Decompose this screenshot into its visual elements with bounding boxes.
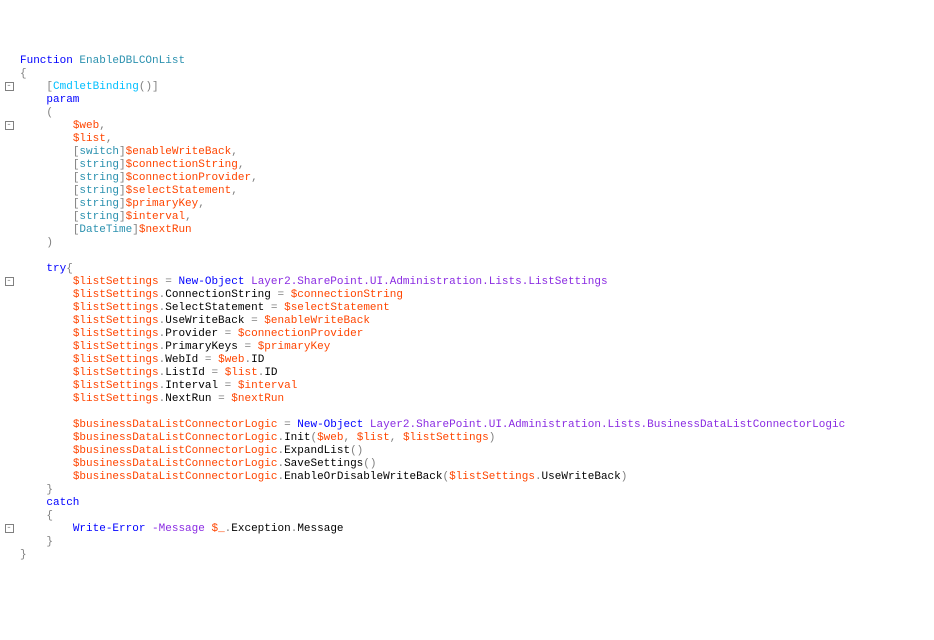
param-web: $web	[218, 354, 244, 366]
var-listsettings: $listSettings	[73, 393, 159, 405]
type-listsettings: Layer2.SharePoint.UI.Administration.List…	[251, 276, 607, 288]
cmdlet-newobject: New-Object	[297, 419, 363, 431]
var-bdlc: $businessDataListConnectorLogic	[73, 471, 278, 483]
member-enableordisablewriteback: EnableOrDisableWriteBack	[284, 471, 442, 483]
param-nextrun: $nextRun	[231, 393, 284, 405]
fold-gutter: - - - -	[0, 52, 18, 575]
keyword-function: Function	[20, 55, 73, 67]
param-list: $list	[73, 133, 106, 145]
member-listid: ListId	[165, 367, 205, 379]
var-listsettings: $listSettings	[73, 302, 159, 314]
cmdlet-newobject: New-Object	[178, 276, 244, 288]
type-switch: switch	[79, 146, 119, 158]
param-enablewriteback: $enableWriteBack	[126, 146, 232, 158]
var-listsettings: $listSettings	[73, 341, 159, 353]
param-connectionprovider: $connectionProvider	[126, 172, 251, 184]
member-usewriteback: UseWriteBack	[542, 471, 621, 483]
type-string: string	[79, 198, 119, 210]
param-enablewriteback: $enableWriteBack	[264, 315, 370, 327]
param-interval: $interval	[238, 380, 297, 392]
member-expandlist: ExpandList	[284, 445, 350, 457]
type-datetime: DateTime	[79, 224, 132, 236]
var-listsettings: $listSettings	[73, 380, 159, 392]
param-list: $list	[357, 432, 390, 444]
keyword-catch: catch	[46, 497, 79, 509]
member-savesettings: SaveSettings	[284, 458, 363, 470]
var-listsettings: $listSettings	[449, 471, 535, 483]
type-bdlc: Layer2.SharePoint.UI.Administration.List…	[370, 419, 845, 431]
param-interval: $interval	[126, 211, 185, 223]
member-id: ID	[251, 354, 264, 366]
code-content[interactable]: Function EnableDBLCOnList { [CmdletBindi…	[18, 52, 845, 575]
var-listsettings: $listSettings	[73, 315, 159, 327]
param-primarykey: $primaryKey	[126, 198, 199, 210]
var-bdlc: $businessDataListConnectorLogic	[73, 432, 278, 444]
var-bdlc: $businessDataListConnectorLogic	[73, 419, 278, 431]
member-init: Init	[284, 432, 310, 444]
type-string: string	[79, 172, 119, 184]
type-string: string	[79, 211, 119, 223]
member-message: Message	[297, 523, 343, 535]
param-selectstatement: $selectStatement	[126, 185, 232, 197]
var-bdlc: $businessDataListConnectorLogic	[73, 445, 278, 457]
var-listsettings: $listSettings	[73, 367, 159, 379]
type-string: string	[79, 159, 119, 171]
param-nextrun: $nextRun	[139, 224, 192, 236]
member-id: ID	[264, 367, 277, 379]
keyword-param: param	[46, 94, 79, 106]
member-usewriteback: UseWriteBack	[165, 315, 244, 327]
param-list: $list	[225, 367, 258, 379]
keyword-try: try	[46, 263, 66, 275]
var-listsettings: $listSettings	[73, 354, 159, 366]
param-primarykey: $primaryKey	[258, 341, 331, 353]
var-listsettings: $listSettings	[73, 276, 159, 288]
param-web: $web	[317, 432, 343, 444]
param-connectionstring: $connectionString	[291, 289, 403, 301]
var-listsettings: $listSettings	[73, 289, 159, 301]
var-bdlc: $businessDataListConnectorLogic	[73, 458, 278, 470]
param-selectstatement: $selectStatement	[284, 302, 390, 314]
param-connectionprovider: $connectionProvider	[238, 328, 363, 340]
type-string: string	[79, 185, 119, 197]
var-listsettings: $listSettings	[73, 328, 159, 340]
member-connectionstring: ConnectionString	[165, 289, 271, 301]
fold-toggle-icon[interactable]: -	[5, 524, 14, 533]
var-pipeline: $_	[211, 523, 224, 535]
flag-message: -Message	[152, 523, 205, 535]
member-provider: Provider	[165, 328, 218, 340]
fold-toggle-icon[interactable]: -	[5, 121, 14, 130]
var-listsettings: $listSettings	[403, 432, 489, 444]
cmdlet-writeerror: Write-Error	[73, 523, 146, 535]
fold-toggle-icon[interactable]: -	[5, 82, 14, 91]
param-web: $web	[73, 120, 99, 132]
fold-toggle-icon[interactable]: -	[5, 277, 14, 286]
param-connectionstring: $connectionString	[126, 159, 238, 171]
member-interval: Interval	[165, 380, 218, 392]
attribute-cmdletbinding: CmdletBinding	[53, 81, 139, 93]
member-nextrun: NextRun	[165, 393, 211, 405]
member-primarykeys: PrimaryKeys	[165, 341, 238, 353]
function-name: EnableDBLCOnList	[79, 55, 185, 67]
member-webid: WebId	[165, 354, 198, 366]
member-selectstatement: SelectStatement	[165, 302, 264, 314]
member-exception: Exception	[231, 523, 290, 535]
code-editor[interactable]: - - - - Function EnableDBLCOnList { [Cmd…	[0, 52, 934, 575]
